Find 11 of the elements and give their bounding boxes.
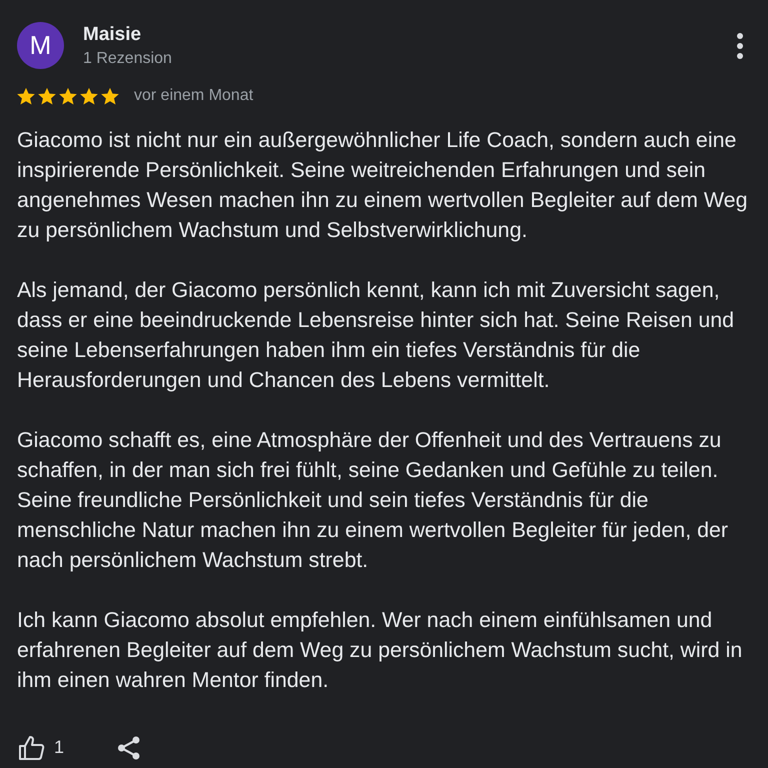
share-icon[interactable]	[117, 736, 142, 760]
review-paragraph: Ich kann Giacomo absolut empfehlen. Wer nach einem einfühlsamen und erfahrenen Begleiter auf dem Weg zu persönlichem Wachstum sucht, wird in ihm einen wahren Mentor finden.	[17, 607, 744, 694]
reviewer-name[interactable]: Maisie	[83, 23, 172, 47]
more-options-icon[interactable]	[736, 33, 744, 59]
review-paragraph: Giacomo ist nicht nur ein außergewöhnlicher Life Coach, sondern auch eine inspirierende Persönlichkeit. Seine weitreichenden Erfahrungen und sein angenehmes Wesen machen ihn zu einem wertvollen Begleiter auf dem Weg zu persönlichem Wachstum und Selbstverwirklichung.	[17, 127, 748, 244]
avatar: M	[17, 22, 64, 69]
review-time: vor einem Monat	[134, 86, 254, 106]
like-button[interactable]: 1	[18, 734, 64, 761]
review-count: 1 Rezension	[83, 49, 172, 69]
review-paragraph: Giacomo schafft es, eine Atmosphäre der Offenheit und des Vertrauens zu schaffen, in der man sich frei fühlt, seine Gedanken und Gefühle zu teilen. Seine freundliche Persönlichkeit und sein tiefes Verständnis für die menschliche Natur machen ihn zu einem wertvollen Begleiter für jeden, der nach persönlichem Wachstum strebt.	[17, 427, 730, 574]
review-paragraph: Als jemand, der Giacomo persönlich kennt, kann ich mit Zuversicht sagen, dass er eine beeindruckende Lebensreise hinter sich hat. Seine Reisen und seine Lebenserfahrungen haben ihm ein tiefes Verständnis für die Herausforderungen und Chancen des Lebens vermittelt.	[17, 277, 736, 394]
